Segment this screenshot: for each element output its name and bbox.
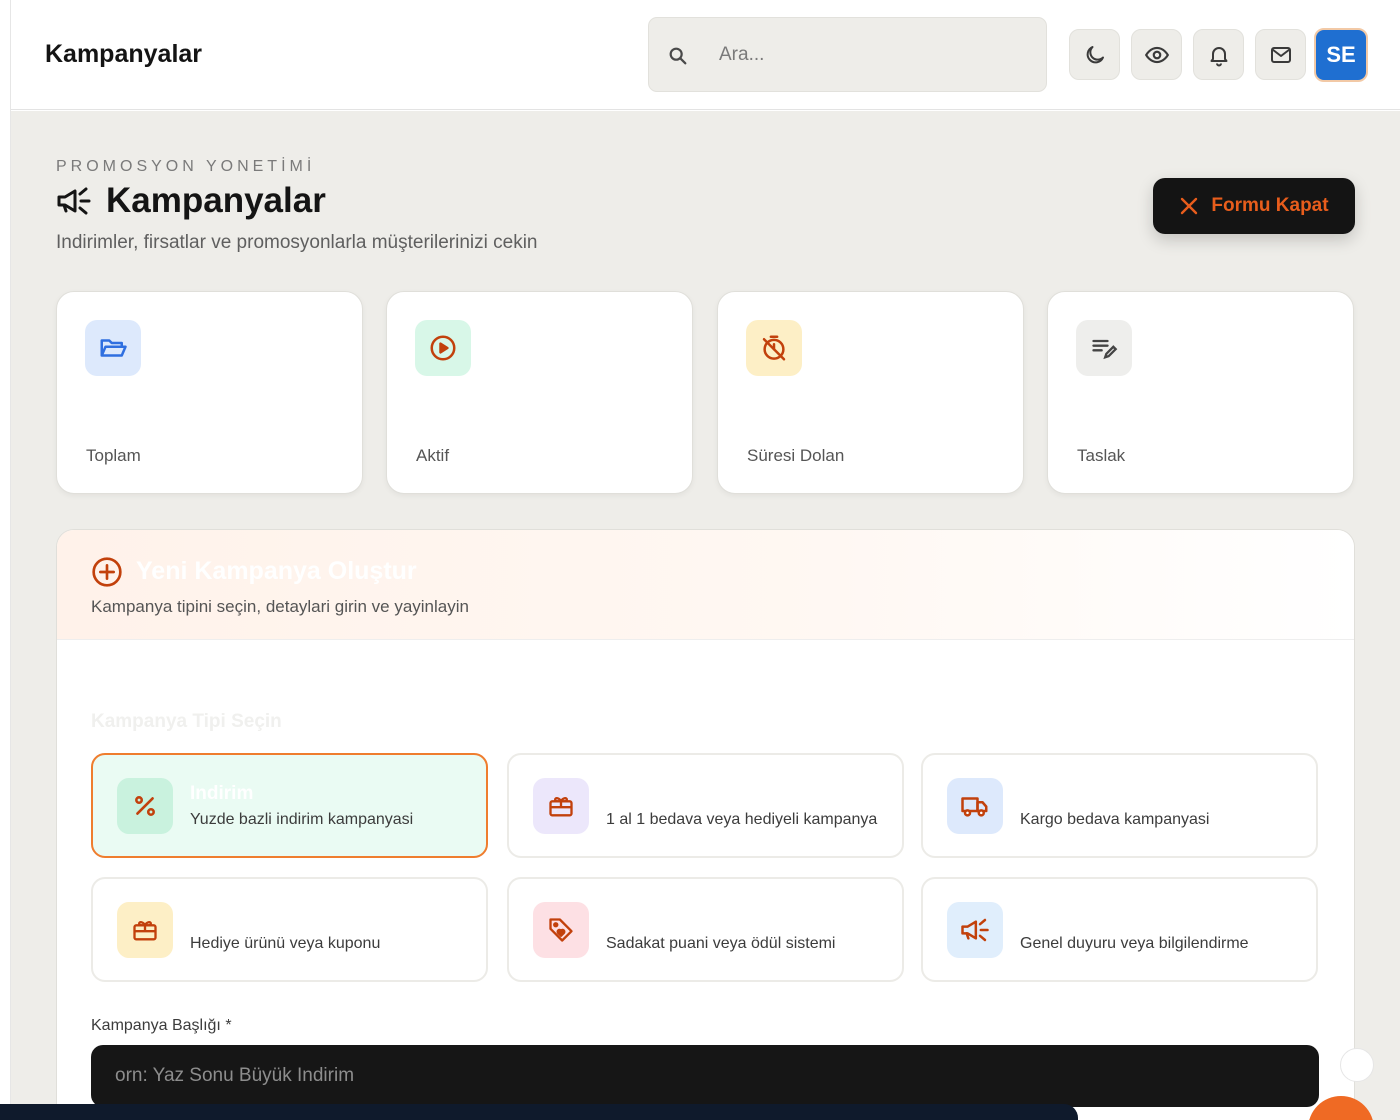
search-icon <box>669 47 687 65</box>
bell-icon <box>1210 46 1227 66</box>
stat-icon-box <box>415 320 471 376</box>
campaign-type-free-shipping[interactable]: Kargo bedava kampanyasi <box>921 753 1318 858</box>
user-avatar[interactable]: SE <box>1314 28 1368 82</box>
truck-icon <box>961 797 988 817</box>
sidebar-edge <box>0 0 11 1120</box>
campaign-title-label-text: Kampanya Başlığı <box>91 1017 221 1034</box>
campaign-type-discount[interactable]: Indirim Yuzde bazli indirim kampanyasi <box>91 753 488 858</box>
close-form-button[interactable]: Formu Kapat <box>1153 178 1355 234</box>
campaign-type-loyalty[interactable]: Sadakat puani veya ödül sistemi <box>507 877 904 982</box>
type-icon-box <box>533 902 589 958</box>
form-header: Yeni Kampanya Oluştur Kampanya tipini se… <box>57 530 1354 640</box>
type-description: Kargo bedava kampanyasi <box>1020 811 1210 828</box>
add-circle-icon <box>92 557 122 587</box>
form-subtitle: Kampanya tipini seçin, detaylari girin v… <box>91 597 469 616</box>
page-title: Kampanyalar <box>56 179 326 223</box>
type-title: Indirim <box>190 783 254 804</box>
stat-icon-box <box>85 320 141 376</box>
type-description: Hediye ürünü veya kuponu <box>190 935 381 952</box>
stat-card-draft: Taslak <box>1047 291 1354 494</box>
mail-icon <box>1270 46 1291 63</box>
stat-label: Süresi Dolan <box>747 446 845 465</box>
campaign-title-input[interactable] <box>91 1045 1319 1107</box>
form-title: Yeni Kampanya Oluştur <box>136 557 417 585</box>
top-bar: Kampanyalar Ara... SE <box>11 0 1400 110</box>
timer-off-icon <box>762 335 786 361</box>
stat-label: Toplam <box>86 446 141 465</box>
stat-icon-box <box>1076 320 1132 376</box>
percent-icon <box>135 796 155 816</box>
campaign-icon <box>961 918 989 942</box>
close-form-label: Formu Kapat <box>1211 195 1329 216</box>
loyalty-tag-icon <box>549 918 573 942</box>
required-mark: * <box>225 1017 232 1034</box>
play-circle-icon <box>430 335 456 361</box>
notifications-button[interactable] <box>1193 29 1244 80</box>
gift-icon <box>133 921 157 941</box>
campaign-type-label: Kampanya Tipi Seçin <box>91 711 282 732</box>
stat-card-active: Aktif <box>386 291 693 494</box>
type-description: Yuzde bazli indirim kampanyasi <box>190 811 414 828</box>
close-icon <box>1181 197 1198 215</box>
campaign-type-bogo[interactable]: 1 al 1 bedava veya hediyeli kampanya <box>507 753 904 858</box>
type-icon-box <box>947 778 1003 834</box>
app-title: Kampanyalar <box>45 40 203 68</box>
new-campaign-form: Yeni Kampanya Oluştur Kampanya tipini se… <box>56 529 1355 1120</box>
type-description: 1 al 1 bedava veya hediyeli kampanya <box>606 811 878 828</box>
campaign-icon <box>57 187 91 215</box>
campaign-type-gift[interactable]: Hediye ürünü veya kuponu <box>91 877 488 982</box>
stat-icon-box <box>746 320 802 376</box>
bottom-panel <box>0 1104 1078 1120</box>
campaign-title-label: Kampanya Başlığı * <box>91 1017 232 1035</box>
stat-card-expired: Süresi Dolan <box>717 291 1024 494</box>
moon-icon <box>1086 45 1104 63</box>
main-content: PROMOSYON YONETİMİ Kampanyalar Indirimle… <box>11 111 1400 1120</box>
page-title-text: Kampanyalar <box>106 181 326 220</box>
stat-card-total: Toplam <box>56 291 363 494</box>
edit-note-icon <box>1092 339 1118 360</box>
scroll-indicator[interactable] <box>1340 1048 1374 1082</box>
type-description: Genel duyuru veya bilgilendirme <box>1020 935 1249 952</box>
stat-label: Taslak <box>1077 446 1126 465</box>
type-icon-box <box>947 902 1003 958</box>
folder-open-icon <box>100 339 127 357</box>
messages-button[interactable] <box>1255 29 1306 80</box>
stat-label: Aktif <box>416 446 450 465</box>
search-box[interactable]: Ara... <box>648 17 1047 92</box>
type-description: Sadakat puani veya ödül sistemi <box>606 935 836 952</box>
page-subtitle: Indirimler, firsatlar ve promosyonlarla … <box>56 232 538 253</box>
gift-card-icon <box>549 797 573 817</box>
type-icon-box <box>117 778 173 834</box>
page-kicker: PROMOSYON YONETİMİ <box>56 158 316 175</box>
search-placeholder: Ara... <box>719 44 765 65</box>
type-icon-box <box>117 902 173 958</box>
type-icon-box <box>533 778 589 834</box>
campaign-type-announcement[interactable]: Genel duyuru veya bilgilendirme <box>921 877 1318 982</box>
preview-button[interactable] <box>1131 29 1182 80</box>
eye-icon <box>1144 46 1169 63</box>
theme-toggle-button[interactable] <box>1069 29 1120 80</box>
